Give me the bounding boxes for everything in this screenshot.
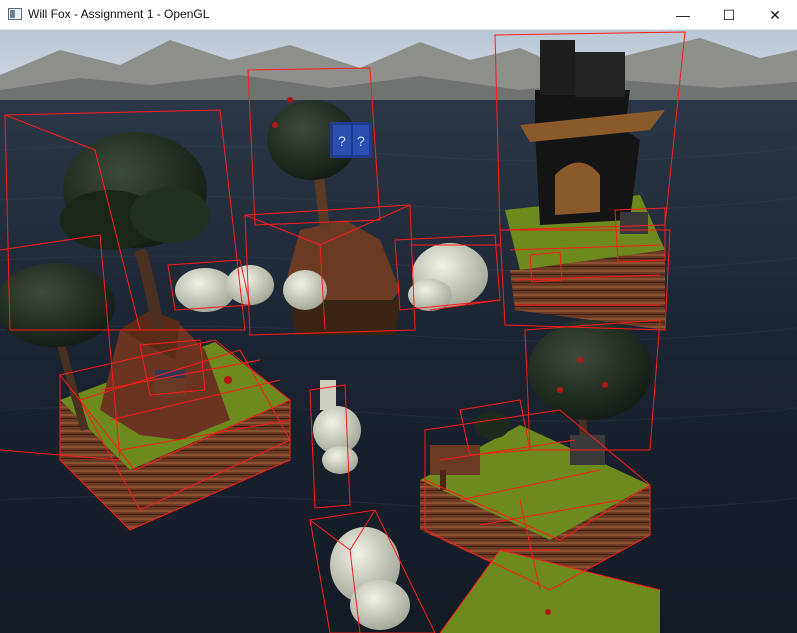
title-bar[interactable]: Will Fox - Assignment 1 - OpenGL — ☐ ✕: [0, 0, 797, 30]
maximize-icon: ☐: [722, 6, 736, 23]
minimize-button[interactable]: —: [660, 0, 706, 30]
close-button[interactable]: ✕: [752, 0, 797, 30]
svg-text:?: ?: [357, 133, 365, 149]
svg-text:?: ?: [338, 133, 346, 149]
window-title: Will Fox - Assignment 1 - OpenGL: [28, 7, 210, 21]
opengl-viewport[interactable]: ? ?: [0, 30, 797, 633]
scene-canvas[interactable]: ? ?: [0, 30, 797, 633]
opengl-window: Will Fox - Assignment 1 - OpenGL — ☐ ✕ ?…: [0, 0, 797, 633]
opengl-window-icon: [8, 8, 22, 20]
question-block-icon: ? ?: [330, 122, 372, 158]
maximize-button[interactable]: ☐: [706, 0, 752, 30]
minimize-icon: —: [676, 7, 690, 23]
close-icon: ✕: [769, 6, 781, 23]
